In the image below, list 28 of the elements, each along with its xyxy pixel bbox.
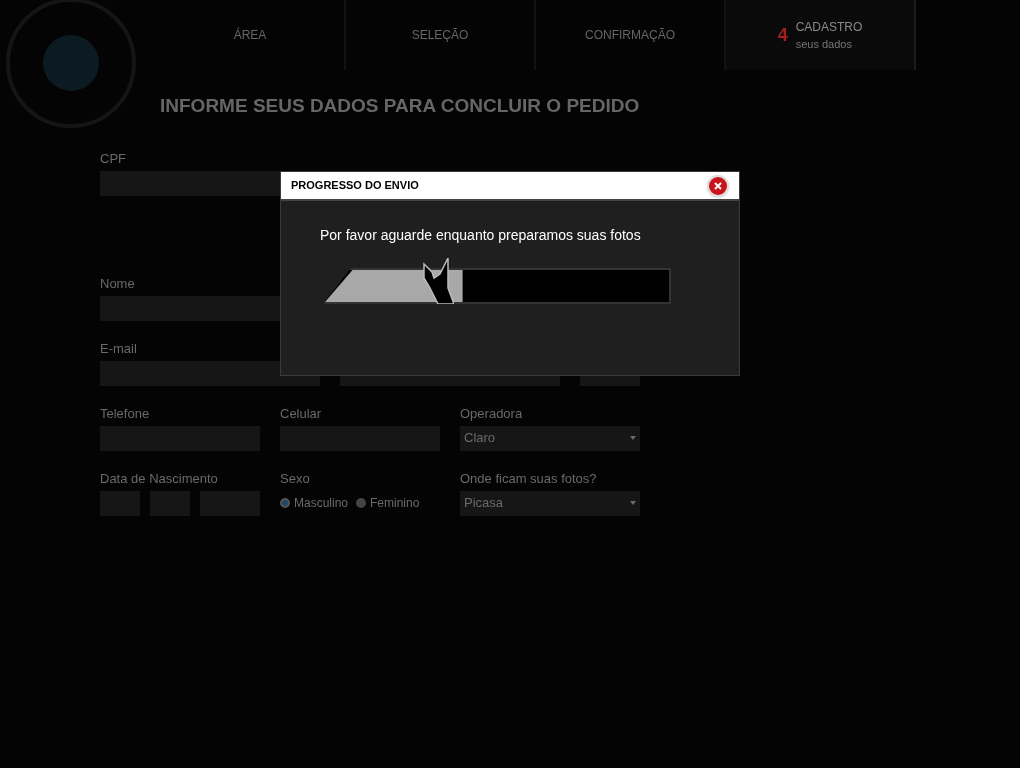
caret-icon: [630, 501, 636, 505]
close-icon: [714, 181, 722, 190]
step-label: ÁREA: [233, 26, 267, 44]
field-label: Nome: [100, 275, 136, 292]
caret-icon: [630, 436, 636, 440]
dialog-title: PROGRESSO DO ENVIO: [291, 178, 419, 194]
field-label: Telefone: [100, 405, 151, 422]
step-tab[interactable]: SELEÇÃO: [346, 0, 536, 70]
select-field[interactable]: Picasa: [460, 490, 640, 516]
step-label: SELEÇÃO: [411, 27, 469, 44]
step-subtitle: seus dados: [795, 36, 853, 52]
field-label: Operadora: [460, 405, 524, 422]
close-button[interactable]: [707, 174, 729, 197]
step-label: CADASTRO: [795, 18, 863, 36]
radio-option[interactable]: Feminino: [356, 494, 420, 512]
field-label: Celular: [280, 405, 323, 422]
step-tab[interactable]: ÁREA: [156, 0, 346, 70]
field-label: E-mail: [100, 340, 138, 357]
field-label: Onde ficam suas fotos?: [460, 470, 598, 487]
select-field[interactable]: Claro: [460, 425, 640, 451]
field-label: Data de Nascimento: [100, 470, 219, 487]
step-number: 4: [777, 23, 788, 47]
field-label: CPF: [100, 150, 127, 167]
radio-option[interactable]: Masculino: [280, 494, 349, 512]
field-label: Sexo: [280, 470, 311, 487]
step-label: CONFIRMAÇÃO: [585, 27, 675, 44]
page-title: INFORME SEUS DADOS PARA CONCLUIR O PEDIDO: [160, 94, 641, 118]
dialog-message: Por favor aguarde enquanto preparamos suas fotos: [320, 226, 642, 245]
